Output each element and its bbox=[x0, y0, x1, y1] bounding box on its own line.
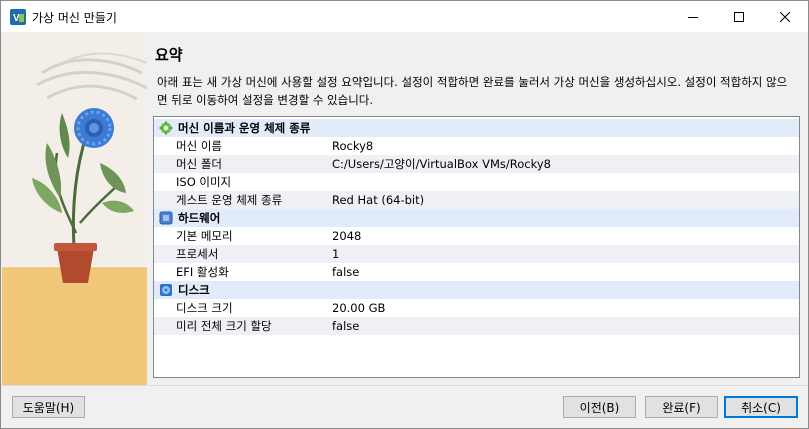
window-title: 가상 머신 만들기 bbox=[32, 11, 117, 25]
row-key: EFI 활성화 bbox=[176, 265, 229, 279]
summary-section-disk[interactable]: 디스크 bbox=[154, 281, 799, 299]
close-button[interactable] bbox=[762, 1, 808, 32]
row-value: C:/Users/고양이/VirtualBox VMs/Rocky8 bbox=[332, 157, 551, 171]
maximize-icon bbox=[734, 11, 744, 22]
row-key: 디스크 크기 bbox=[176, 301, 233, 315]
svg-text:V: V bbox=[13, 13, 20, 24]
page-description: 아래 표는 새 가상 머신에 사용할 설정 요약입니다. 설정이 적합하면 완료… bbox=[157, 75, 788, 107]
row-key: 프로세서 bbox=[176, 247, 219, 261]
row-value: Rocky8 bbox=[332, 139, 374, 153]
row-key: 미리 전체 크기 할당 bbox=[176, 319, 272, 333]
summary-section-hardware[interactable]: 하드웨어 bbox=[154, 209, 799, 227]
summary-row[interactable]: 기본 메모리 2048 bbox=[154, 227, 799, 245]
summary-row[interactable]: 머신 이름 Rocky8 bbox=[154, 137, 799, 155]
back-button[interactable]: 이전(B) bbox=[563, 396, 636, 418]
summary-row[interactable]: ISO 이미지 bbox=[154, 173, 799, 191]
vm-gear-icon bbox=[159, 121, 173, 135]
summary-row[interactable]: 프로세서 1 bbox=[154, 245, 799, 263]
summary-row[interactable]: 머신 폴더 C:/Users/고양이/VirtualBox VMs/Rocky8 bbox=[154, 155, 799, 173]
summary-table[interactable]: 머신 이름과 운영 체제 종류 머신 이름 Rocky8 머신 폴더 C:/Us… bbox=[153, 116, 800, 378]
minimize-icon bbox=[688, 16, 698, 18]
row-value: 20.00 GB bbox=[332, 301, 386, 315]
summary-row[interactable]: EFI 활성화 false bbox=[154, 263, 799, 281]
title-bar[interactable]: V 가상 머신 만들기 bbox=[1, 1, 808, 32]
button-bar: 도움말(H) 이전(B) 완료(F) 취소(C) bbox=[1, 386, 808, 428]
row-key: 기본 메모리 bbox=[176, 229, 233, 243]
section-title: 머신 이름과 운영 체제 종류 bbox=[178, 121, 311, 135]
row-key: ISO 이미지 bbox=[176, 175, 232, 189]
disk-icon bbox=[160, 284, 172, 296]
summary-row[interactable]: 미리 전체 크기 할당 false bbox=[154, 317, 799, 335]
section-title: 디스크 bbox=[178, 283, 210, 297]
row-key: 머신 폴더 bbox=[176, 157, 222, 171]
summary-section-name-os[interactable]: 머신 이름과 운영 체제 종류 bbox=[154, 119, 799, 137]
row-key: 게스트 운영 체제 종류 bbox=[176, 193, 283, 207]
page-heading: 요약 bbox=[155, 46, 183, 64]
summary-row[interactable]: 디스크 크기 20.00 GB bbox=[154, 299, 799, 317]
virtualbox-app-icon: V bbox=[10, 9, 26, 25]
flower-pot-illustration bbox=[2, 33, 147, 386]
row-value: Red Hat (64-bit) bbox=[332, 193, 425, 207]
row-value: 2048 bbox=[332, 229, 362, 243]
finish-button[interactable]: 완료(F) bbox=[645, 396, 718, 418]
row-key: 머신 이름 bbox=[176, 139, 222, 153]
wizard-content: 요약 아래 표는 새 가상 머신에 사용할 설정 요약입니다. 설정이 적합하면… bbox=[1, 32, 808, 386]
help-button[interactable]: 도움말(H) bbox=[12, 396, 85, 418]
section-title: 하드웨어 bbox=[178, 211, 221, 225]
row-value: false bbox=[332, 319, 360, 333]
row-value: 1 bbox=[332, 247, 340, 261]
close-icon bbox=[780, 11, 790, 22]
row-value: false bbox=[332, 265, 360, 279]
minimize-button[interactable] bbox=[670, 1, 716, 32]
maximize-button[interactable] bbox=[716, 1, 762, 32]
cancel-button[interactable]: 취소(C) bbox=[724, 396, 798, 418]
dialog-window: V 가상 머신 만들기 요약 아래 표는 새 가상 머신에 사용할 설정 요약입… bbox=[0, 0, 809, 429]
chip-icon bbox=[159, 211, 173, 225]
summary-row[interactable]: 게스트 운영 체제 종류 Red Hat (64-bit) bbox=[154, 191, 799, 209]
